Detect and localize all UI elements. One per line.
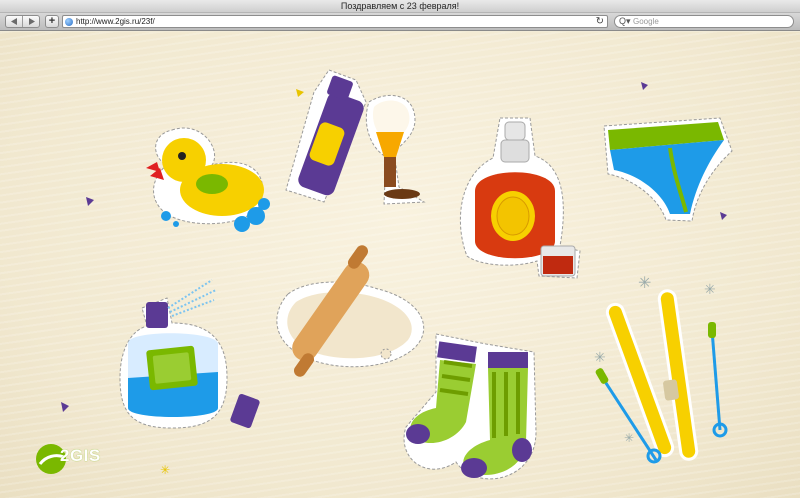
skis-icon: ✳ ✳ ✳ ✳	[594, 273, 728, 464]
search-placeholder: Google	[633, 17, 659, 26]
reload-icon[interactable]: ↻	[596, 16, 604, 27]
address-bar[interactable]: http://www.2gis.ru/23f/ ↻	[62, 15, 608, 28]
liquor-bottle-sticker[interactable]	[455, 116, 585, 281]
svg-text:✳: ✳	[160, 463, 170, 477]
liquor-bottle-icon	[459, 117, 581, 279]
window-titlebar: Поздравляем с 23 февраля!	[0, 0, 800, 13]
svg-text:✳: ✳	[638, 273, 651, 292]
cologne-bottle-sticker[interactable]	[112, 268, 277, 438]
svg-text:✳: ✳	[594, 350, 606, 366]
socks-icon	[403, 333, 537, 480]
back-button[interactable]	[6, 16, 22, 27]
socks-sticker[interactable]	[396, 332, 544, 492]
logo-text: 2GIS	[60, 446, 101, 465]
shaving-spray-icon	[285, 69, 426, 205]
url-text: http://www.2gis.ru/23f/	[76, 17, 155, 26]
nav-buttons	[5, 15, 40, 28]
rubber-duck-sticker[interactable]	[142, 120, 277, 232]
search-icon: Q▾	[619, 16, 631, 26]
svg-text:✳: ✳	[704, 282, 716, 298]
forward-button[interactable]	[22, 16, 39, 27]
search-input[interactable]: Q▾ Google	[614, 15, 794, 28]
page-content: ✳ ✳ ✳ ✳ ✳ 2GIS	[0, 32, 800, 498]
rubber-duck-icon	[146, 127, 270, 232]
brand-logo[interactable]: 2GIS	[34, 442, 104, 476]
browser-toolbar: + http://www.2gis.ru/23f/ ↻ Q▾ Google	[0, 13, 800, 31]
svg-text:✳: ✳	[624, 431, 634, 445]
skis-sticker[interactable]: ✳ ✳ ✳ ✳	[594, 270, 746, 470]
underpants-sticker[interactable]	[600, 116, 740, 226]
shaving-set-sticker[interactable]	[284, 62, 434, 207]
window-title: Поздравляем с 23 февраля!	[340, 1, 460, 11]
cologne-bottle-icon	[119, 279, 260, 429]
back-arrow-icon	[10, 18, 17, 25]
underpants-icon	[603, 117, 733, 222]
forward-arrow-icon	[28, 18, 35, 25]
add-bookmark-button[interactable]: +	[45, 15, 59, 28]
globe-icon	[65, 18, 73, 26]
